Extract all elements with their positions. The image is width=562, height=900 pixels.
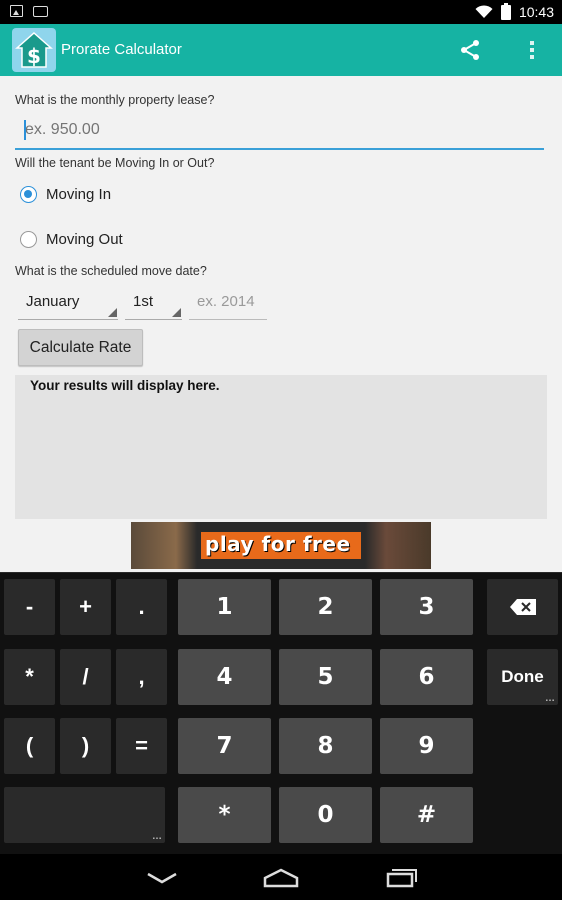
key-5[interactable]: 5 bbox=[279, 649, 372, 705]
keyboard-notification-icon bbox=[33, 6, 48, 17]
key-backspace[interactable] bbox=[487, 579, 558, 635]
radio-moving-in-label: Moving In bbox=[46, 186, 112, 203]
key-equals[interactable]: = bbox=[116, 718, 167, 774]
radio-checked-icon[interactable] bbox=[20, 186, 37, 203]
key-3[interactable]: 3 bbox=[380, 579, 473, 635]
dropdown-triangle-icon bbox=[108, 308, 117, 317]
day-spinner[interactable]: 1st bbox=[125, 287, 182, 320]
key-star[interactable]: * bbox=[178, 787, 271, 843]
radio-unchecked-icon[interactable] bbox=[20, 231, 37, 248]
done-label: Done bbox=[501, 667, 544, 686]
navigation-bar bbox=[0, 854, 562, 900]
key-comma[interactable]: , bbox=[116, 649, 167, 705]
key-open-paren[interactable]: ( bbox=[4, 718, 55, 774]
key-plus[interactable]: + bbox=[60, 579, 111, 635]
key-slash[interactable]: / bbox=[60, 649, 111, 705]
more-keys-indicator: … bbox=[545, 693, 555, 704]
backspace-icon bbox=[509, 599, 536, 615]
dropdown-triangle-icon bbox=[172, 308, 181, 317]
key-0[interactable]: 0 bbox=[279, 787, 372, 843]
ad-banner[interactable]: play for free bbox=[131, 522, 431, 569]
wifi-icon bbox=[475, 4, 493, 18]
app-logo-icon[interactable]: $ bbox=[12, 28, 56, 72]
key-2[interactable]: 2 bbox=[279, 579, 372, 635]
radio-moving-in[interactable]: Moving In bbox=[20, 186, 111, 203]
app-title: Prorate Calculator bbox=[61, 41, 182, 58]
home-icon[interactable] bbox=[259, 862, 303, 892]
svg-text:$: $ bbox=[27, 44, 41, 68]
key-1[interactable]: 1 bbox=[178, 579, 271, 635]
key-close-paren[interactable]: ) bbox=[60, 718, 111, 774]
more-keys-indicator: … bbox=[152, 831, 162, 842]
key-8[interactable]: 8 bbox=[279, 718, 372, 774]
key-period[interactable]: . bbox=[116, 579, 167, 635]
month-spinner[interactable]: January bbox=[18, 287, 118, 320]
key-6[interactable]: 6 bbox=[380, 649, 473, 705]
key-hash[interactable]: # bbox=[380, 787, 473, 843]
calculate-rate-button[interactable]: Calculate Rate bbox=[18, 329, 143, 366]
recent-apps-icon[interactable] bbox=[380, 862, 424, 892]
lease-amount-input[interactable] bbox=[25, 121, 525, 139]
status-bar: 10:43 bbox=[0, 0, 562, 24]
key-9[interactable]: 9 bbox=[380, 718, 473, 774]
radio-moving-out[interactable]: Moving Out bbox=[20, 231, 123, 248]
key-4[interactable]: 4 bbox=[178, 649, 271, 705]
numeric-keyboard: - + . 1 2 3 * / , 4 5 6 Done … ( ) = 7 8… bbox=[0, 572, 562, 854]
share-icon[interactable] bbox=[458, 38, 482, 62]
day-value: 1st bbox=[133, 293, 154, 310]
moving-question-label: Will the tenant be Moving In or Out? bbox=[15, 156, 215, 170]
key-space[interactable]: … bbox=[4, 787, 165, 843]
hide-keyboard-icon[interactable] bbox=[140, 862, 184, 892]
ad-text: play for free bbox=[205, 532, 351, 556]
radio-moving-out-label: Moving Out bbox=[46, 231, 123, 248]
year-input[interactable]: ex. 2014 bbox=[189, 287, 267, 320]
image-notification-icon bbox=[10, 5, 23, 17]
action-bar: $ Prorate Calculator bbox=[0, 24, 562, 76]
results-text: Your results will display here. bbox=[30, 378, 220, 393]
status-time: 10:43 bbox=[518, 3, 554, 20]
battery-icon bbox=[500, 3, 511, 20]
month-value: January bbox=[26, 293, 80, 310]
results-panel: Your results will display here. bbox=[15, 375, 547, 519]
key-minus[interactable]: - bbox=[4, 579, 55, 635]
overflow-menu-icon[interactable] bbox=[522, 38, 542, 62]
text-cursor bbox=[24, 120, 26, 140]
key-7[interactable]: 7 bbox=[178, 718, 271, 774]
lease-question-label: What is the monthly property lease? bbox=[15, 93, 215, 107]
done-button[interactable]: Done … bbox=[487, 649, 558, 705]
date-question-label: What is the scheduled move date? bbox=[15, 264, 207, 278]
key-asterisk[interactable]: * bbox=[4, 649, 55, 705]
